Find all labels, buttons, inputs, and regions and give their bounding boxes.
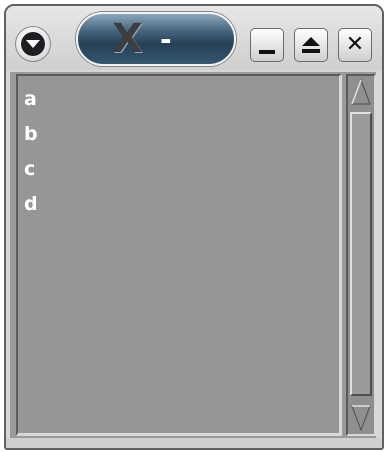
- maximize-icon-bar: [302, 49, 320, 53]
- minimize-icon: [259, 50, 275, 54]
- x-logo-icon: X: [112, 16, 143, 62]
- window-bottom-edge: [6, 438, 382, 448]
- list-item[interactable]: d: [24, 187, 339, 222]
- application-window: X - ✕ a b c d: [4, 4, 384, 450]
- scrollbar-thumb[interactable]: [350, 112, 372, 396]
- vertical-scrollbar[interactable]: [346, 74, 376, 436]
- list-item[interactable]: a: [24, 82, 339, 117]
- list-box[interactable]: a b c d: [16, 74, 342, 436]
- chevron-down-icon: [21, 32, 45, 56]
- list-item[interactable]: c: [24, 152, 339, 187]
- arrow-up-icon: [351, 78, 371, 105]
- maximize-button[interactable]: [294, 28, 328, 62]
- maximize-icon: [302, 37, 320, 46]
- close-icon: ✕: [345, 32, 365, 57]
- window-menu-button[interactable]: [15, 26, 51, 62]
- scroll-down-button[interactable]: [350, 404, 372, 432]
- close-button[interactable]: ✕: [338, 28, 372, 62]
- titlebar[interactable]: X - ✕: [6, 6, 382, 70]
- scroll-up-button[interactable]: [350, 78, 372, 106]
- title-pill: X -: [76, 12, 236, 66]
- minimize-button[interactable]: [250, 28, 284, 62]
- window-title: -: [160, 23, 172, 56]
- list-item[interactable]: b: [24, 117, 339, 152]
- window-content: a b c d: [10, 72, 376, 438]
- arrow-down-icon: [351, 405, 371, 432]
